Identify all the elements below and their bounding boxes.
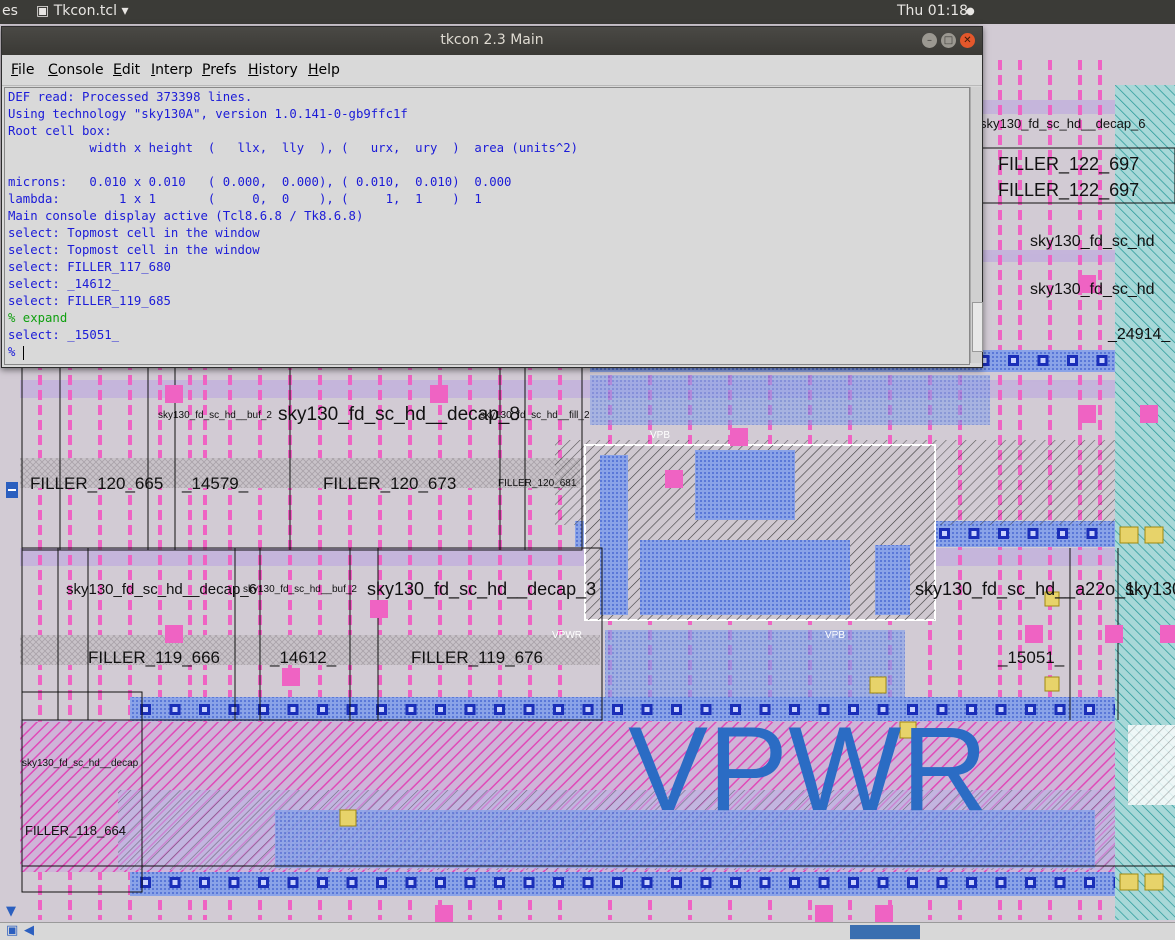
chevron-down-icon: ▾ <box>121 3 129 19</box>
app-menu-button[interactable]: ▣ Tkcon.tcl ▾ <box>36 3 129 19</box>
console-line: Main console display active (Tcl8.6.8 / … <box>8 209 364 223</box>
svg-text:FILLER_120_665: FILLER_120_665 <box>30 474 163 493</box>
svg-text:FILLER_119_666: FILLER_119_666 <box>88 648 220 667</box>
window-title: tkcon 2.3 Main <box>440 32 544 48</box>
maximize-button[interactable]: □ <box>941 33 956 48</box>
window-icon: ▣ <box>36 3 50 19</box>
console-line: microns: 0.010 x 0.010 ( 0.000, 0.000), … <box>8 175 512 189</box>
console-line: DEF read: Processed 373398 lines. <box>8 90 253 104</box>
menu-file[interactable]: File <box>11 62 34 78</box>
svg-text:sky130_fd_sc_hd__buf_2: sky130_fd_sc_hd__buf_2 <box>158 410 272 421</box>
svg-text:sky130_fd_sc_hd__decap_3: sky130_fd_sc_hd__decap_3 <box>367 579 596 600</box>
svg-text:_15051_: _15051_ <box>997 648 1065 667</box>
text-cursor <box>22 345 24 360</box>
menu-bar: File Console Edit Interp Prefs History H… <box>2 55 982 86</box>
app-menu-label: Tkcon.tcl <box>53 3 118 19</box>
console-line: select: FILLER_117_680 <box>8 260 171 274</box>
svg-text:VPB: VPB <box>825 630 845 641</box>
console-line: select: Topmost cell in the window <box>8 226 260 240</box>
svg-text:FILLER_122_697: FILLER_122_697 <box>998 154 1139 175</box>
console-line: select: FILLER_119_685 <box>8 294 171 308</box>
svg-text:VPWR: VPWR <box>552 630 582 641</box>
zoom-icon[interactable]: ▣ <box>6 923 18 938</box>
menu-console[interactable]: Console <box>48 62 104 78</box>
console-line: Using technology "sky130A", version 1.0.… <box>8 107 408 121</box>
console-line: % expand <box>8 311 68 325</box>
svg-text:sky130_fd_sc_hd__decap_6: sky130_fd_sc_hd__decap_6 <box>980 116 1146 131</box>
svg-text:sky130_fd_sc_hd__fill_2: sky130_fd_sc_hd__fill_2 <box>480 410 590 421</box>
svg-text:sky130: sky130 <box>1125 579 1175 599</box>
menu-help[interactable]: Help <box>308 62 340 78</box>
vpwr-label: VPWR <box>628 702 988 836</box>
svg-text:sky130_fd_sc_hd: sky130_fd_sc_hd <box>1030 281 1155 298</box>
clock[interactable]: Thu 01:18 <box>897 3 968 19</box>
svg-text:FILLER_120_673: FILLER_120_673 <box>323 474 456 493</box>
console-line: select: Topmost cell in the window <box>8 243 260 257</box>
arrow-left-icon[interactable]: ◀ <box>24 923 34 938</box>
system-top-bar: es ▣ Tkcon.tcl ▾ Thu 01:18 ● <box>0 0 1175 24</box>
console-line: lambda: 1 x 1 ( 0, 0 ), ( 1, 1 ) 1 <box>8 192 482 206</box>
console-line: width x height ( llx, lly ), ( urx, ury … <box>8 141 579 155</box>
console-scrollbar[interactable] <box>970 87 983 363</box>
menu-interp[interactable]: Interp <box>151 62 193 78</box>
minimize-button[interactable]: – <box>922 33 937 48</box>
svg-text:sky130_fd_sc_hd__a22o_1: sky130_fd_sc_hd__a22o_1 <box>915 579 1135 600</box>
console-line: Root cell box: <box>8 124 112 138</box>
console-line: % <box>8 345 23 359</box>
svg-text:VPB: VPB <box>650 430 670 441</box>
close-button[interactable]: ✕ <box>960 33 975 48</box>
svg-text:FILLER_119_676: FILLER_119_676 <box>411 648 543 667</box>
svg-text:sky130_fd_sc_hd__buf_2: sky130_fd_sc_hd__buf_2 <box>243 584 357 595</box>
svg-text:sky130_fd_sc_hd: sky130_fd_sc_hd <box>1030 233 1155 250</box>
scrollbar-thumb[interactable] <box>850 925 920 939</box>
console-text: DEF read: Processed 373398 lines. Using … <box>5 88 969 362</box>
tkcon-window: tkcon 2.3 Main – □ ✕ File Console Edit I… <box>1 26 983 368</box>
window-titlebar[interactable]: tkcon 2.3 Main – □ ✕ <box>2 27 982 55</box>
svg-text:FILLER_118_664: FILLER_118_664 <box>25 823 126 838</box>
svg-text:sky130_fd_sc_hd__decap: sky130_fd_sc_hd__decap <box>22 758 139 769</box>
svg-text:_14579_: _14579_ <box>181 474 249 493</box>
menu-history[interactable]: History <box>248 62 298 78</box>
svg-text:sky130_fd_sc_hd__decap_6: sky130_fd_sc_hd__decap_6 <box>66 581 257 598</box>
svg-text:FILLER_122_697: FILLER_122_697 <box>998 180 1139 201</box>
app-indicator-text: es <box>2 3 18 19</box>
svg-text:FILLER_120_681: FILLER_120_681 <box>498 478 577 489</box>
arrow-down-icon[interactable]: ▼ <box>6 904 16 919</box>
status-dot-icon: ● <box>966 6 975 17</box>
console-line: select: _14612_ <box>8 277 120 291</box>
console-scrollbar-thumb[interactable] <box>972 302 983 352</box>
horizontal-scrollbar[interactable]: ▣ ◀ <box>0 922 1175 940</box>
menu-edit[interactable]: Edit <box>113 62 140 78</box>
menu-prefs[interactable]: Prefs <box>202 62 237 78</box>
console-output[interactable]: DEF read: Processed 373398 lines. Using … <box>4 87 970 365</box>
console-line: select: _15051_ <box>8 328 120 342</box>
svg-text:_24914_: _24914_ <box>1107 326 1171 343</box>
svg-text:_14612_: _14612_ <box>269 648 337 667</box>
